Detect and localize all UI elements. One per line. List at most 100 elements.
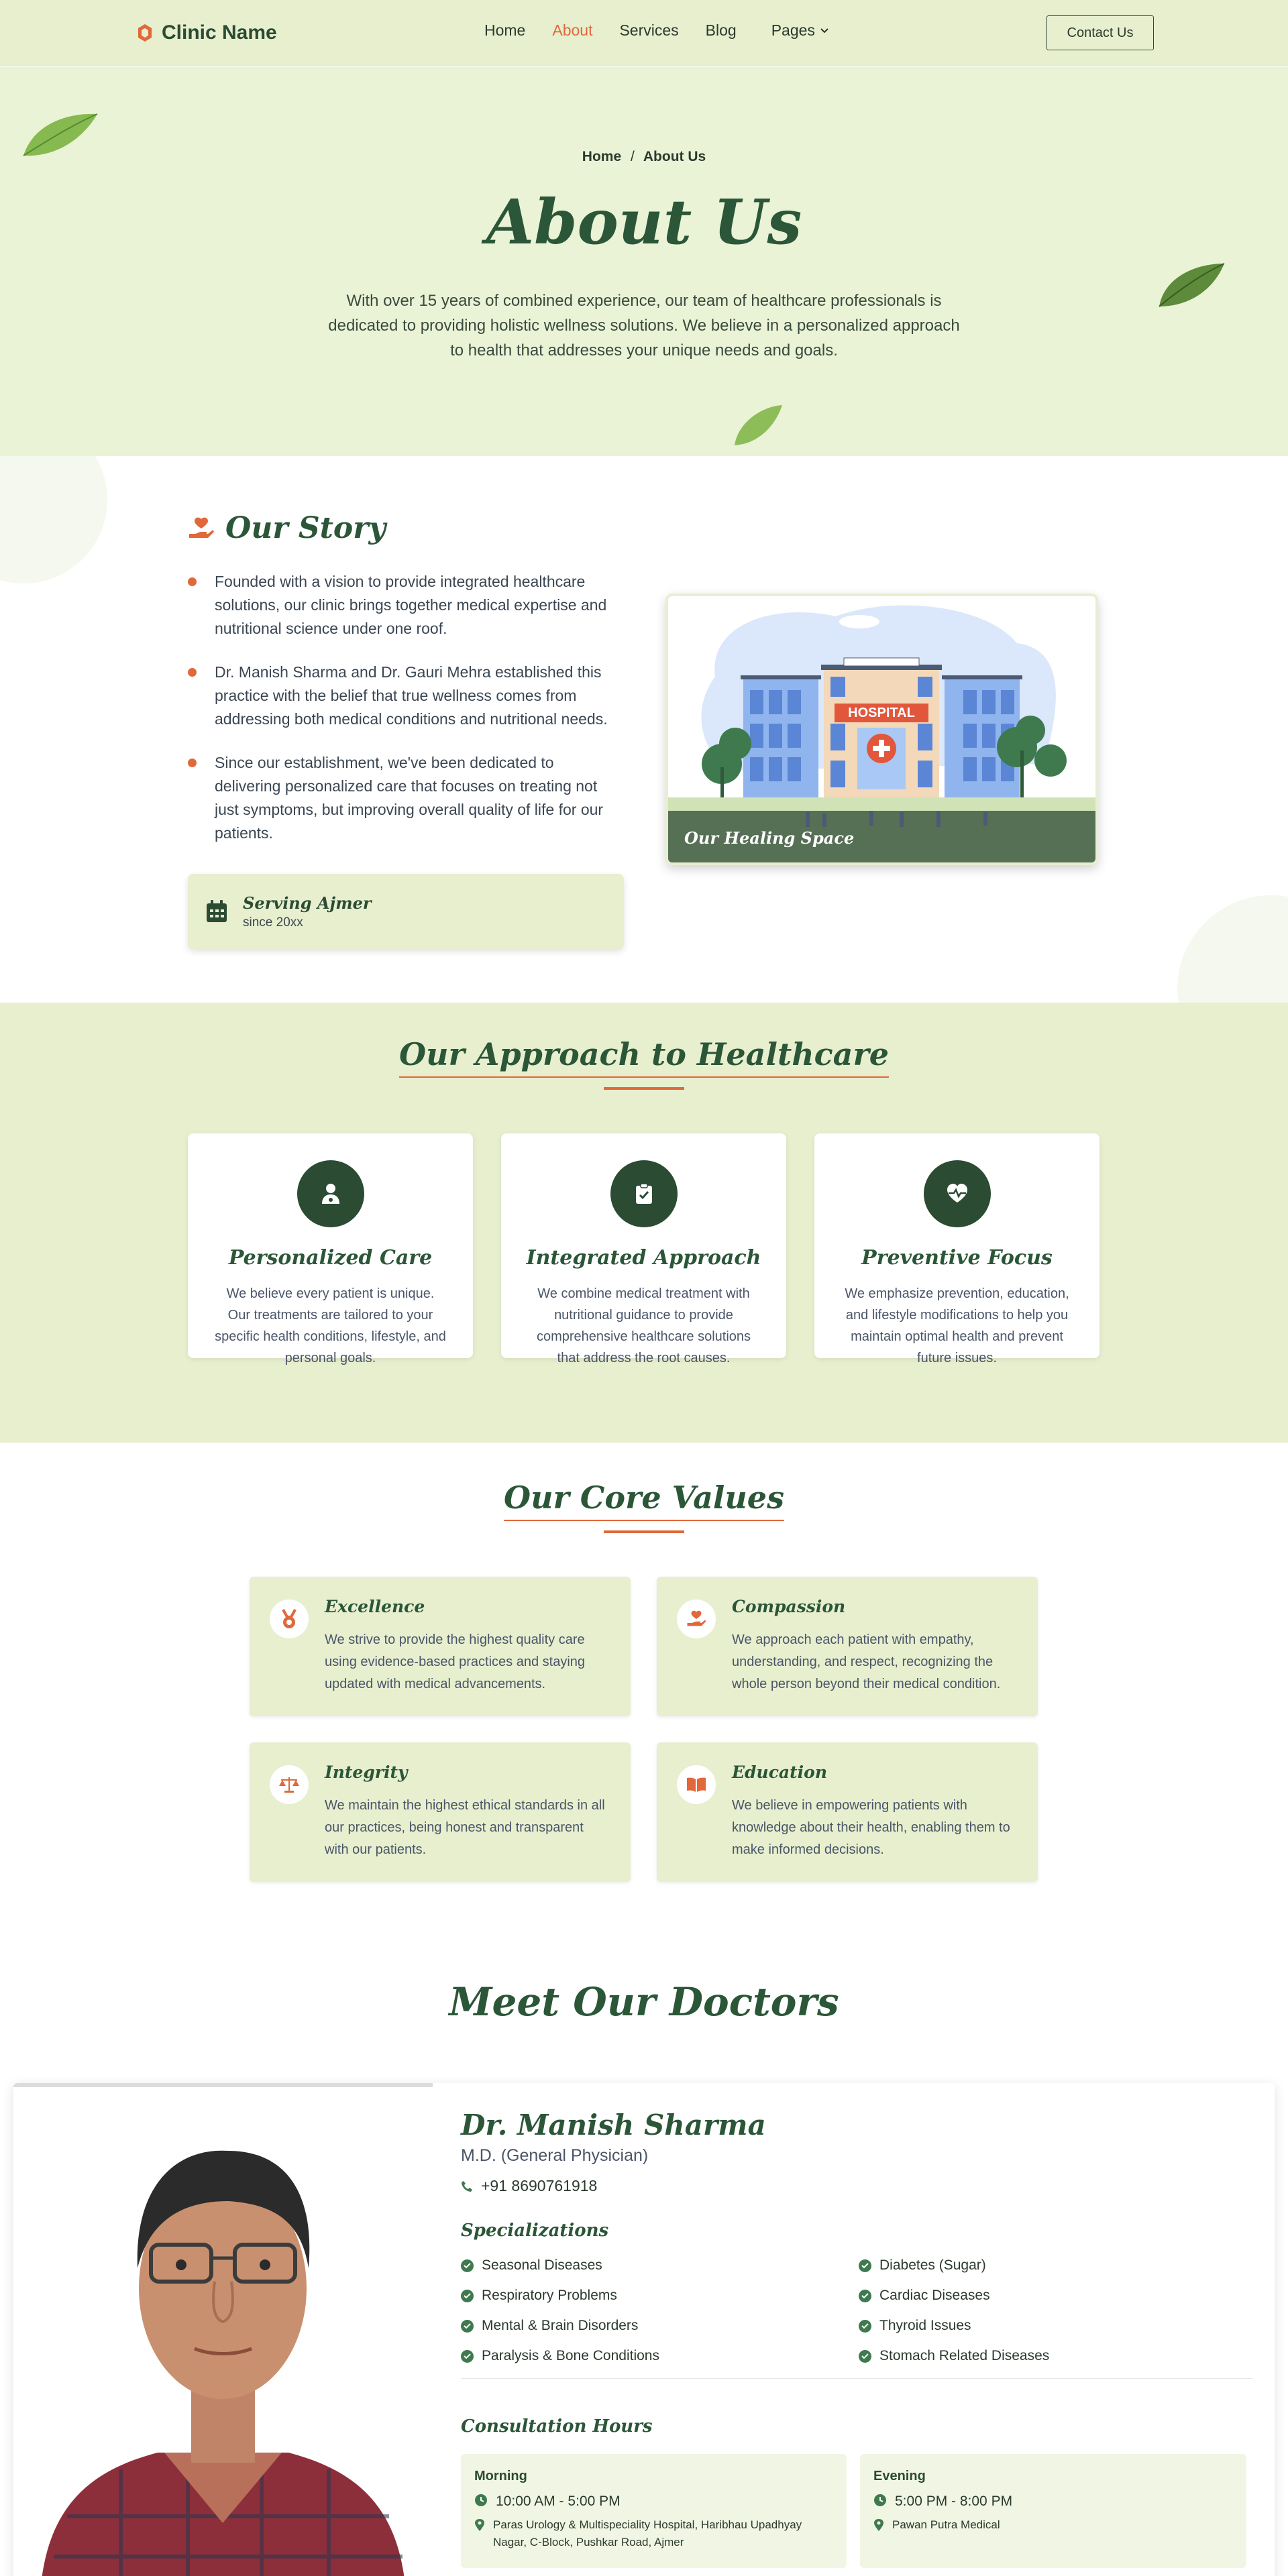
value-text: We approach each patient with empathy, u…: [732, 1632, 1001, 1691]
title-underline: [604, 1087, 684, 1090]
serving-badge: Serving Ajmer since 20xx: [188, 874, 624, 949]
decorative-blob: [0, 456, 107, 583]
doctor-photo: [13, 2083, 433, 2576]
nav-pages[interactable]: Pages: [771, 21, 828, 40]
leaf-icon: [735, 405, 782, 445]
specialization-label: Paralysis & Bone Conditions: [482, 2348, 659, 2363]
map-pin-icon: [475, 2519, 484, 2531]
nav-blog[interactable]: Blog: [706, 21, 737, 40]
values-title: Our Core Values: [504, 1479, 784, 1521]
specialization-item: Diabetes (Sugar): [859, 2257, 986, 2274]
evening-label: Evening: [873, 2469, 926, 2483]
specialization-label: Diabetes (Sugar): [879, 2257, 986, 2273]
nav-home[interactable]: Home: [484, 21, 525, 40]
user-doctor-icon: [321, 1184, 339, 1204]
check-circle-icon: [461, 2289, 474, 2302]
evening-hours-card: Evening 5:00 PM - 8:00 PM Pawan Putra Me…: [860, 2454, 1246, 2568]
brand-logo[interactable]: Clinic Name: [138, 19, 277, 46]
story-list: Founded with a vision to provide integra…: [188, 570, 624, 865]
value-card: Excellence We strive to provide the high…: [250, 1577, 631, 1716]
hospital-illustration: HOSPITAL Our Healing Space: [665, 594, 1098, 865]
phone-number: +91 8690761918: [481, 2177, 598, 2194]
map-pin-icon: [874, 2519, 883, 2531]
nav-about[interactable]: About: [552, 21, 592, 40]
value-text: We believe in empowering patients with k…: [732, 1798, 1010, 1857]
check-circle-icon: [859, 2289, 871, 2302]
specialization-item: Cardiac Diseases: [859, 2288, 990, 2304]
image-caption: Our Healing Space: [684, 828, 855, 848]
check-circle-icon: [859, 2259, 871, 2272]
morning-hours-card: Morning 10:00 AM - 5:00 PM Paras Urology…: [461, 2454, 847, 2568]
approach-heading: Our Approach to Healthcare: [0, 1036, 1288, 1090]
hand-heart-icon: [687, 1610, 706, 1626]
value-title: Integrity: [325, 1762, 408, 1782]
specialization-label: Mental & Brain Disorders: [482, 2318, 639, 2333]
morning-label: Morning: [474, 2469, 527, 2483]
card-icon-circle: [297, 1160, 364, 1227]
evening-location-row: Pawan Putra Medical: [873, 2516, 1233, 2534]
nav-services[interactable]: Services: [619, 21, 678, 40]
doctors-section: Meet Our Doctors Dr. Manish Sharma M.D. …: [0, 1905, 1288, 2576]
card-text: We emphasize prevention, education, and …: [845, 1286, 1069, 1365]
page-title: About Us: [486, 186, 802, 258]
divider: [461, 2378, 1252, 2379]
value-icon-circle: [677, 1600, 716, 1638]
specialization-label: Cardiac Diseases: [879, 2288, 990, 2303]
hero-section: Home / About Us About Us With over 15 ye…: [0, 67, 1288, 456]
hand-heart-icon: [189, 517, 214, 538]
breadcrumb: Home / About Us: [0, 149, 1288, 165]
doctor-phone[interactable]: +91 8690761918: [461, 2177, 597, 2195]
scale-icon: [279, 1777, 299, 1793]
list-item: Since our establishment, we've been dedi…: [188, 751, 624, 845]
doctor-name: Dr. Manish Sharma: [461, 2109, 766, 2141]
morning-location-row: Paras Urology & Multispeciality Hospital…: [474, 2516, 833, 2551]
specialization-item: Seasonal Diseases: [461, 2257, 602, 2274]
specialization-label: Respiratory Problems: [482, 2288, 617, 2303]
clock-icon: [475, 2494, 487, 2506]
hexagon-logo-icon: [138, 24, 152, 42]
book-icon: [687, 1777, 706, 1792]
consultation-hours-title: Consultation Hours: [461, 2416, 653, 2437]
card-text: We believe every patient is unique. Our …: [215, 1286, 446, 1365]
check-circle-icon: [461, 2349, 474, 2363]
calendar-icon: [207, 900, 227, 922]
morning-location: Paras Urology & Multispeciality Hospital…: [493, 2518, 802, 2549]
our-story-section: Our Story Founded with a vision to provi…: [0, 456, 1288, 1003]
card-icon-circle: [610, 1160, 678, 1227]
check-circle-icon: [461, 2319, 474, 2333]
breadcrumb-current: About Us: [643, 149, 706, 164]
check-circle-icon: [461, 2259, 474, 2272]
value-icon-circle: [677, 1765, 716, 1804]
card-title: Personalized Care: [228, 1246, 433, 1270]
specializations-title: Specializations: [461, 2221, 609, 2241]
breadcrumb-separator: /: [630, 149, 635, 164]
specialization-item: Paralysis & Bone Conditions: [461, 2348, 659, 2364]
heart-pulse-icon: [947, 1184, 967, 1202]
leaf-icon: [1159, 263, 1225, 307]
value-icon-circle: [270, 1600, 309, 1638]
values-heading: Our Core Values: [0, 1479, 1288, 1533]
phone-icon: [462, 2180, 472, 2192]
check-circle-icon: [859, 2349, 871, 2363]
approach-card: Personalized Care We believe every patie…: [188, 1133, 473, 1365]
decorative-blob: [1177, 895, 1288, 1003]
clipboard-check-icon: [635, 1183, 652, 1204]
specialization-label: Stomach Related Diseases: [879, 2348, 1050, 2363]
contact-us-button[interactable]: Contact Us: [1046, 15, 1154, 50]
card-title: Integrated Approach: [526, 1246, 761, 1270]
list-item: Founded with a vision to provide integra…: [188, 570, 624, 640]
evening-location: Pawan Putra Medical: [892, 2518, 1000, 2531]
top-navbar: Clinic Name Home About Services Blog Pag…: [0, 0, 1288, 66]
value-title: Education: [732, 1762, 828, 1782]
hero-description: With over 15 years of combined experienc…: [328, 292, 960, 359]
value-text: We maintain the highest ethical standard…: [325, 1798, 605, 1857]
hospital-sign-text: HOSPITAL: [848, 706, 915, 720]
title-underline: [604, 1530, 684, 1533]
breadcrumb-home[interactable]: Home: [582, 149, 621, 164]
serving-title: Serving Ajmer: [243, 893, 372, 913]
chevron-down-icon: [820, 27, 828, 33]
card-icon-circle: [923, 1160, 991, 1227]
value-title: Excellence: [325, 1597, 425, 1616]
evening-time-row: 5:00 PM - 8:00 PM: [873, 2494, 1233, 2510]
hospital-building-image: HOSPITAL: [668, 596, 1095, 862]
